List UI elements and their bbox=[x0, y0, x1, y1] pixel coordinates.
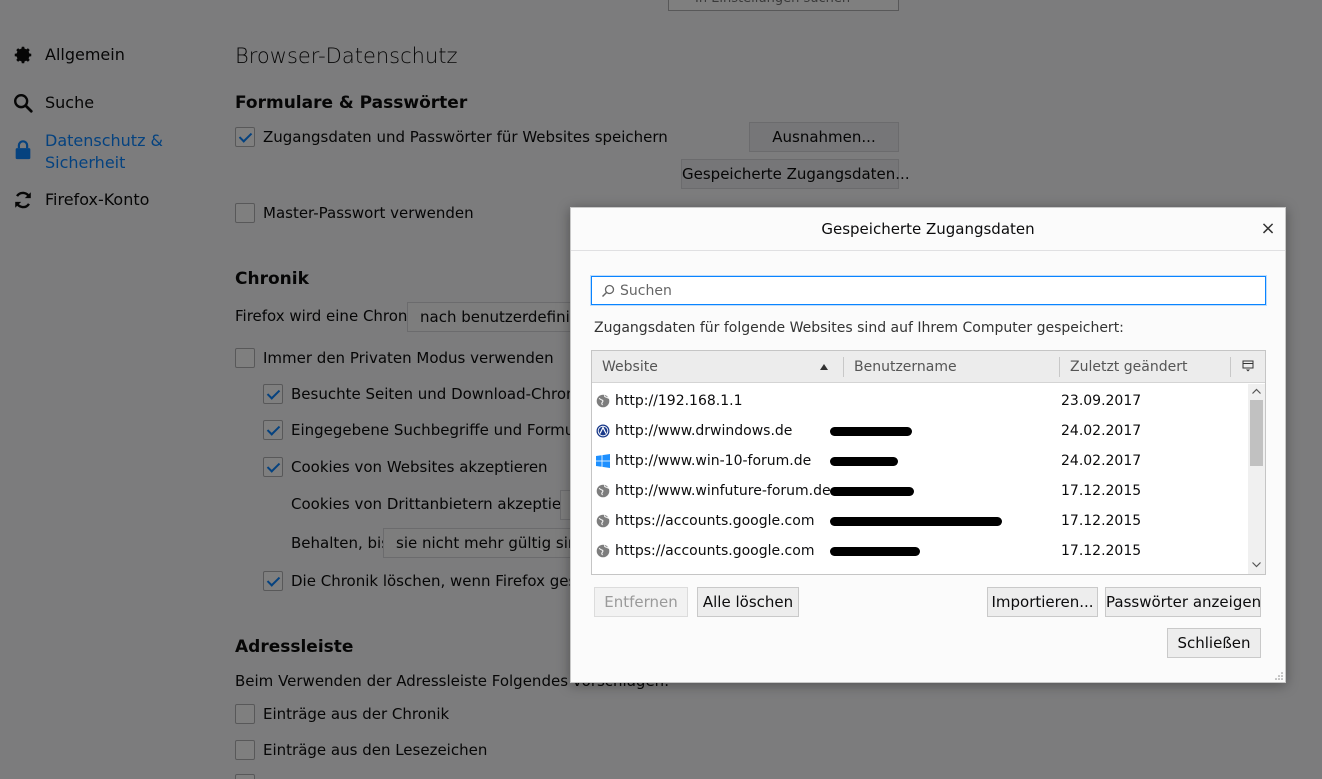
row-last-changed: 24.02.2017 bbox=[1061, 423, 1142, 439]
drwindows-favicon bbox=[596, 424, 610, 438]
globe-icon bbox=[596, 514, 610, 528]
table-row[interactable]: http://www.drwindows.de 24.02.2017 bbox=[592, 416, 1248, 446]
row-last-changed: 17.12.2015 bbox=[1061, 513, 1142, 529]
row-website: https://accounts.google.com bbox=[615, 513, 815, 529]
row-last-changed: 24.02.2017 bbox=[1061, 453, 1142, 469]
redacted-username bbox=[830, 547, 920, 556]
column-header-website[interactable]: Website bbox=[592, 351, 842, 383]
column-header-last-changed[interactable]: Zuletzt geändert bbox=[1060, 351, 1230, 383]
table-header: Website Benutzername Zuletzt geändert bbox=[592, 351, 1265, 383]
row-website: http://www.win-10-forum.de bbox=[615, 453, 812, 469]
row-website: http://www.drwindows.de bbox=[615, 423, 793, 439]
show-passwords-button[interactable]: Passwörter anzeigen bbox=[1105, 587, 1261, 617]
dialog-header: Gespeicherte Zugangsdaten × bbox=[571, 208, 1285, 251]
scroll-down-icon[interactable] bbox=[1252, 562, 1261, 568]
row-website: https://accounts.google.com bbox=[615, 543, 815, 559]
table-row[interactable]: http://www.win-10-forum.de 24.02.2017 bbox=[592, 446, 1248, 476]
search-field bbox=[591, 276, 1266, 305]
row-website: http://www.winfuture-forum.de bbox=[615, 483, 831, 499]
dialog-title: Gespeicherte Zugangsdaten bbox=[821, 220, 1035, 238]
sort-ascending-icon bbox=[820, 364, 828, 370]
windows-favicon bbox=[596, 454, 610, 468]
redacted-username bbox=[830, 457, 898, 466]
table-body: http://192.168.1.1 23.09.2017 http://www… bbox=[592, 384, 1248, 574]
scroll-up-icon[interactable] bbox=[1252, 388, 1261, 394]
resize-grip-icon[interactable] bbox=[1275, 672, 1283, 680]
dialog-description: Zugangsdaten für folgende Websites sind … bbox=[594, 320, 1124, 336]
scrollbar-thumb[interactable] bbox=[1250, 400, 1263, 466]
saved-logins-dialog: Gespeicherte Zugangsdaten × Zugangsdaten… bbox=[570, 207, 1286, 683]
column-separator[interactable] bbox=[1230, 357, 1231, 377]
table-row[interactable]: http://192.168.1.1 23.09.2017 bbox=[592, 386, 1248, 416]
table-row[interactable] bbox=[592, 566, 1248, 574]
redacted-username bbox=[830, 427, 912, 436]
globe-icon bbox=[596, 544, 610, 558]
close-icon[interactable]: × bbox=[1257, 218, 1279, 240]
row-last-changed: 23.09.2017 bbox=[1061, 393, 1142, 409]
close-button[interactable]: Schließen bbox=[1167, 628, 1261, 658]
table-row[interactable]: https://accounts.google.com 17.12.2015 bbox=[592, 506, 1248, 536]
table-scrollbar[interactable] bbox=[1248, 384, 1265, 574]
column-picker-icon[interactable] bbox=[1242, 360, 1254, 372]
row-website: http://192.168.1.1 bbox=[615, 393, 743, 409]
remove-button[interactable]: Entfernen bbox=[594, 587, 688, 617]
table-row[interactable]: https://accounts.google.com 17.12.2015 bbox=[592, 536, 1248, 566]
row-last-changed: 17.12.2015 bbox=[1061, 483, 1142, 499]
import-button[interactable]: Importieren... bbox=[987, 587, 1098, 617]
table-row[interactable]: http://www.winfuture-forum.de 17.12.2015 bbox=[592, 476, 1248, 506]
globe-icon bbox=[596, 394, 610, 408]
column-header-username[interactable]: Benutzername bbox=[844, 351, 1058, 383]
row-last-changed: 17.12.2015 bbox=[1061, 543, 1142, 559]
redacted-username bbox=[830, 517, 1002, 526]
search-input[interactable] bbox=[620, 280, 1260, 301]
redacted-username bbox=[830, 487, 914, 496]
globe-icon bbox=[596, 484, 610, 498]
remove-all-button[interactable]: Alle löschen bbox=[697, 587, 799, 617]
logins-table: Website Benutzername Zuletzt geändert ht… bbox=[591, 350, 1266, 575]
search-icon bbox=[601, 284, 615, 298]
